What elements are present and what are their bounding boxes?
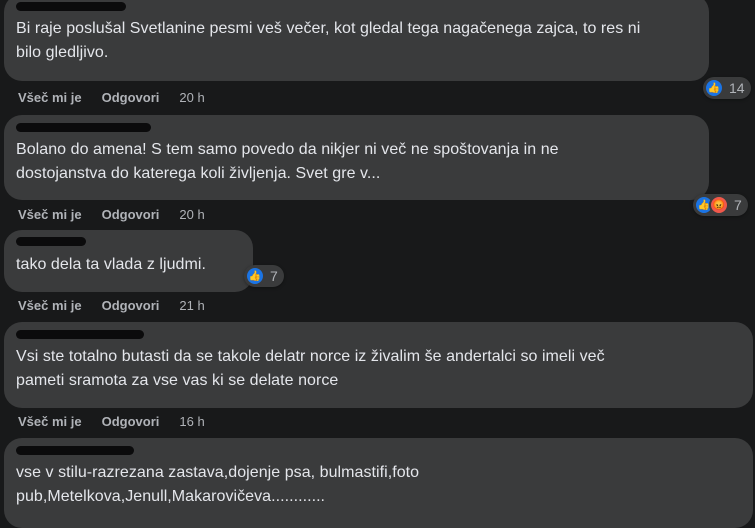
comment-actions: Všeč mi je Odgovori 16 h [18,414,205,429]
reply-button[interactable]: Odgovori [102,298,160,313]
comment-timestamp[interactable]: 20 h [179,90,204,105]
comment-author-redacted[interactable] [16,443,146,456]
comment-bubble: Vsi ste totalno butasti da se takole del… [4,322,753,408]
like-button[interactable]: Všeč mi je [18,414,82,429]
reaction-summary[interactable]: 👍 14 [703,77,751,99]
comment-author-redacted[interactable] [16,0,136,12]
comment-text-line: pub,Metelkova,Jenull,Makarovičeva.......… [16,488,326,505]
reaction-count: 14 [729,80,745,96]
comment-text-line: bilo gledljivo. [16,44,109,61]
reply-button[interactable]: Odgovori [102,90,160,105]
comment-bubble: Bolano do amena! S tem samo povedo da ni… [4,115,709,200]
reply-button[interactable]: Odgovori [102,414,160,429]
angry-icon: 😡 [709,195,729,215]
reaction-summary[interactable]: 👍 7 [244,265,284,287]
comment-author-redacted[interactable] [16,120,156,133]
reaction-summary[interactable]: 👍 😡 7 [693,194,748,216]
comment-actions: Všeč mi je Odgovori 20 h [18,90,205,105]
reaction-count: 7 [270,268,278,284]
reaction-count: 7 [734,197,742,213]
comment-actions: Všeč mi je Odgovori 21 h [18,298,205,313]
comment-timestamp[interactable]: 16 h [179,414,204,429]
comment-text-line: tako dela ta vlada z ljudmi. [16,256,206,273]
comment-bubble: tako dela ta vlada z ljudmi. [4,230,253,292]
comment-timestamp[interactable]: 21 h [179,298,204,313]
comment-text-line: Bi raje poslušal Svetlanine pesmi veš ve… [16,20,641,37]
like-button[interactable]: Všeč mi je [18,298,82,313]
comment-text-line: Vsi ste totalno butasti da se takole del… [16,348,605,365]
like-icon: 👍 [704,78,724,98]
comment-text-line: pameti sramota za vse vas ki se delate n… [16,372,339,389]
comment-text-line: dostojanstva do katerega koli življenja.… [16,165,381,182]
comment-author-redacted[interactable] [16,327,156,340]
like-button[interactable]: Všeč mi je [18,207,82,222]
like-icon: 👍 [245,266,265,286]
comment-author-redacted[interactable] [16,235,96,247]
comment-bubble: Bi raje poslušal Svetlanine pesmi veš ve… [4,0,709,81]
comment-text-line: Bolano do amena! S tem samo povedo da ni… [16,141,559,158]
reply-button[interactable]: Odgovori [102,207,160,222]
comment-timestamp[interactable]: 20 h [179,207,204,222]
like-button[interactable]: Všeč mi je [18,90,82,105]
comment-actions: Všeč mi je Odgovori 20 h [18,207,205,222]
comment-text-line: vse v stilu-razrezana zastava,dojenje ps… [16,464,420,481]
